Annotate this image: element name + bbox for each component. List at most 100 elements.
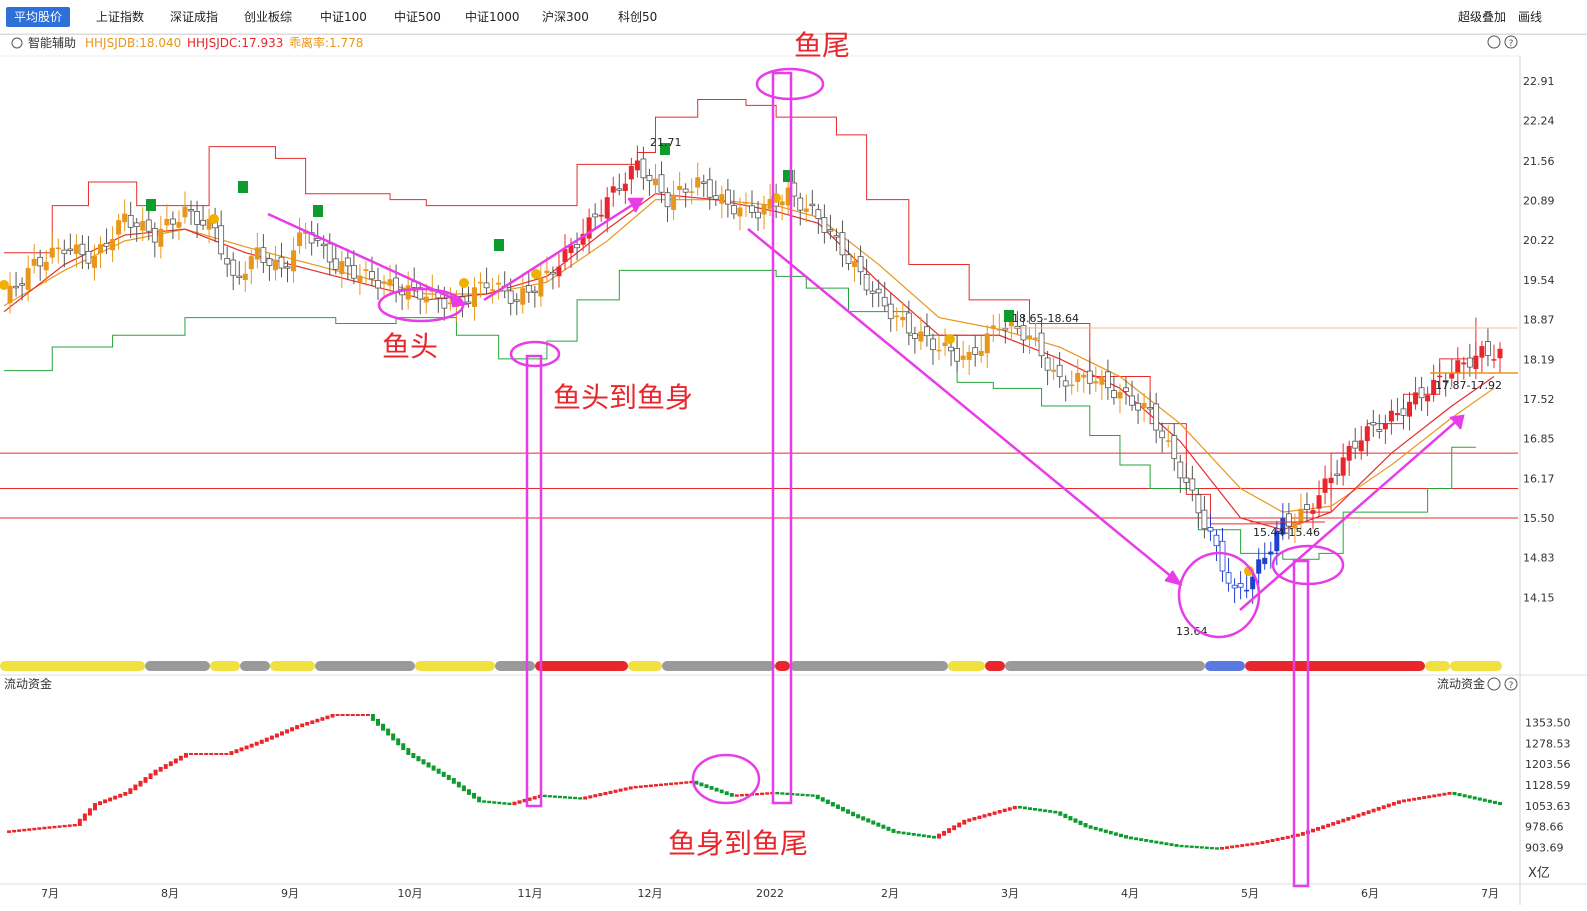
flow-bar — [209, 752, 214, 755]
signal-segment — [315, 661, 415, 671]
flow-bar — [315, 718, 320, 723]
flow-bar — [158, 766, 163, 772]
candle-body — [1093, 381, 1099, 384]
flow-bar — [310, 720, 315, 724]
flow-bar — [143, 777, 148, 783]
flow-bar — [1452, 791, 1457, 796]
candle-body — [1400, 408, 1407, 416]
subchart-settings-icon[interactable] — [1487, 677, 1501, 691]
candle-body — [1159, 430, 1166, 439]
candle-body — [1413, 392, 1419, 405]
candle-body — [375, 280, 381, 289]
candle-body — [1268, 551, 1274, 555]
fish-head-body-bar — [525, 354, 543, 808]
candle-body — [1129, 395, 1135, 406]
flow-bar — [411, 752, 416, 759]
candle-body — [761, 204, 767, 215]
upper-band-line — [4, 98, 1477, 525]
flow-bar — [1118, 833, 1123, 838]
price-axis-tick: 16.17 — [1523, 473, 1555, 486]
flow-bar — [987, 812, 992, 817]
flow-bar — [1073, 818, 1078, 823]
candle-body — [1189, 478, 1196, 491]
candle-body — [682, 188, 689, 193]
candle-body — [1298, 508, 1304, 524]
candle-body — [1135, 402, 1141, 411]
candle-body — [531, 290, 538, 293]
candle-body — [1485, 341, 1491, 356]
flow-bar — [183, 752, 188, 758]
candle-body — [151, 228, 158, 243]
user-annotations — [267, 67, 1465, 888]
candle-body — [103, 242, 110, 247]
flow-bar — [1199, 846, 1204, 849]
flow-bar — [62, 824, 67, 828]
candle-body — [7, 285, 13, 304]
price-axis-tick: 18.19 — [1523, 353, 1555, 366]
candle-body — [1285, 513, 1292, 527]
flow-bar — [386, 728, 391, 736]
flow-bar — [57, 825, 62, 828]
candle-body — [1033, 337, 1039, 340]
flow-bar — [719, 789, 724, 794]
flow-bar — [1169, 843, 1174, 847]
flow-bar — [643, 785, 648, 788]
candle-body — [942, 342, 948, 347]
flow-bar — [92, 803, 97, 811]
signal-segment — [210, 661, 240, 671]
candle-body — [1425, 395, 1431, 402]
candle-body — [1340, 457, 1346, 476]
flow-bar — [113, 795, 118, 800]
sell-marker — [146, 199, 156, 211]
flow-bar — [664, 783, 669, 786]
flow-bar — [568, 796, 573, 799]
flow-bar — [1391, 801, 1396, 806]
candle-body — [809, 203, 816, 207]
flow-bar — [755, 793, 760, 796]
time-axis-tick: 12月 — [638, 887, 663, 900]
flow-bar — [441, 771, 446, 777]
candle-body — [260, 247, 267, 263]
candle-body — [266, 258, 273, 266]
flow-bar — [1204, 846, 1209, 849]
flow-bar — [1209, 846, 1214, 850]
flow-bar — [1058, 811, 1063, 816]
indicator-settings-icon[interactable] — [1487, 35, 1501, 49]
candle-body — [652, 178, 658, 186]
time-axis-tick: 8月 — [161, 887, 179, 900]
flow-bar — [1265, 839, 1270, 844]
candle-body — [610, 186, 616, 193]
candle-body — [719, 194, 725, 204]
flow-bar — [557, 795, 562, 799]
candle-body — [1244, 589, 1250, 592]
candle-body — [881, 296, 888, 307]
flow-bar — [1189, 845, 1194, 848]
time-axis-tick: 2022 — [756, 887, 784, 900]
flow-bar — [1457, 793, 1462, 797]
candle-body — [1207, 527, 1214, 532]
flow-bar — [1053, 810, 1058, 814]
signal-segment — [1245, 661, 1425, 671]
uptrend-arrow-1 — [483, 198, 641, 302]
flow-bar — [436, 768, 441, 774]
candle-body — [110, 239, 116, 251]
annotation-body-to-tail: 鱼身到鱼尾 — [668, 827, 808, 860]
flow-bar — [1093, 826, 1098, 831]
downtrend-arrow-1 — [267, 212, 464, 305]
indicator-collapse-icon[interactable] — [11, 37, 23, 49]
annotation-fish-head: 鱼头 — [382, 330, 438, 363]
candle-body — [478, 281, 484, 284]
flow-bar — [123, 791, 128, 796]
candle-body — [1002, 328, 1009, 331]
candle-body — [387, 279, 393, 286]
candle-body — [966, 351, 972, 360]
flow-bar — [1220, 846, 1225, 850]
flow-bar — [98, 801, 103, 806]
candle-body — [797, 197, 804, 211]
candle-body — [1437, 375, 1443, 378]
signal-segment — [495, 661, 535, 671]
flow-bar — [1113, 832, 1118, 836]
candle-body — [1147, 407, 1154, 410]
flow-bar — [1235, 844, 1240, 848]
flow-axis-tick: 1353.50 — [1525, 716, 1571, 729]
